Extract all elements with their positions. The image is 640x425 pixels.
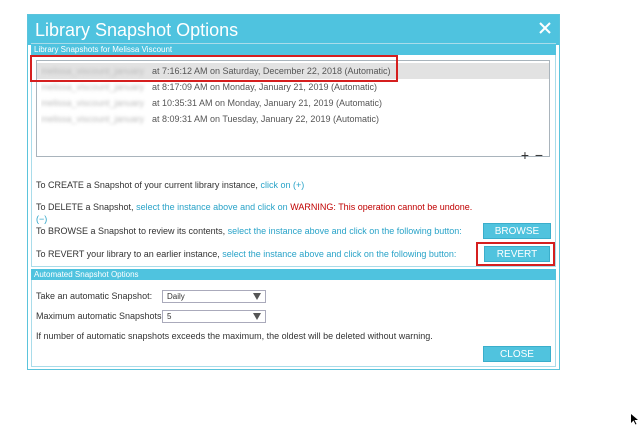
close-button[interactable]: CLOSE — [483, 346, 551, 362]
snapshot-frequency-select[interactable]: Daily — [162, 290, 266, 303]
browse-button[interactable]: BROWSE — [483, 223, 551, 239]
dialog-title: Library Snapshot Options — [35, 20, 239, 40]
automated-section-header: Automated Snapshot Options — [31, 269, 556, 280]
max-snapshots-select[interactable]: 5 — [162, 310, 266, 323]
snapshot-name: melissa_viscount_january — [41, 114, 145, 124]
snapshot-name: melissa_viscount_january — [41, 66, 145, 76]
browse-instructions: To BROWSE a Snapshot to review its conte… — [36, 226, 462, 236]
dropdown-arrow-icon — [253, 293, 261, 300]
snapshot-name: melissa_viscount_january — [41, 98, 145, 108]
snapshot-options-dialog: Library Snapshot Options Library Snapsho… — [27, 14, 560, 370]
delete-warning: WARNING: This operation cannot be undone… — [290, 202, 473, 212]
list-controls: + − — [518, 148, 546, 162]
snapshot-time: at 7:16:12 AM on Saturday, December 22, … — [152, 66, 391, 76]
delete-link[interactable]: select the instance above and click on — [136, 202, 288, 212]
mouse-pointer-icon — [631, 414, 638, 425]
revert-instructions: To REVERT your library to an earlier ins… — [36, 249, 457, 259]
take-snapshot-label: Take an automatic Snapshot: — [36, 291, 153, 301]
max-snapshots-label: Maximum automatic Snapshots — [36, 311, 162, 321]
snapshots-section-header: Library Snapshots for Melissa Viscount — [31, 44, 556, 55]
delete-minus-link[interactable]: (−) — [36, 214, 47, 224]
snapshot-time: at 8:09:31 AM on Tuesday, January 22, 20… — [152, 114, 379, 124]
dialog-titlebar: Library Snapshot Options — [28, 15, 559, 45]
close-icon[interactable] — [538, 21, 552, 35]
create-link[interactable]: click on (+) — [260, 180, 304, 190]
snapshot-time: at 10:35:31 AM on Monday, January 21, 20… — [152, 98, 382, 108]
remove-snapshot-button[interactable]: − — [532, 148, 546, 162]
browse-link[interactable]: select the instance above and click on t… — [228, 226, 462, 236]
snapshot-row[interactable]: melissa_viscount_january at 8:17:09 AM o… — [37, 79, 549, 95]
snapshot-list[interactable]: melissa_viscount_january at 7:16:12 AM o… — [36, 60, 550, 157]
create-instructions: To CREATE a Snapshot of your current lib… — [36, 180, 305, 190]
auto-snapshot-note: If number of automatic snapshots exceeds… — [36, 331, 433, 341]
add-snapshot-button[interactable]: + — [518, 148, 532, 162]
snapshot-name: melissa_viscount_january — [41, 82, 145, 92]
delete-instructions: To DELETE a Snapshot, select the instanc… — [36, 202, 473, 224]
revert-link[interactable]: select the instance above and click on t… — [222, 249, 456, 259]
snapshot-time: at 8:17:09 AM on Monday, January 21, 201… — [152, 82, 377, 92]
snapshot-row[interactable]: melissa_viscount_january at 7:16:12 AM o… — [37, 63, 549, 79]
dropdown-arrow-icon — [253, 313, 261, 320]
revert-button[interactable]: REVERT — [484, 246, 550, 262]
snapshot-row[interactable]: melissa_viscount_january at 10:35:31 AM … — [37, 95, 549, 111]
snapshot-row[interactable]: melissa_viscount_january at 8:09:31 AM o… — [37, 111, 549, 127]
